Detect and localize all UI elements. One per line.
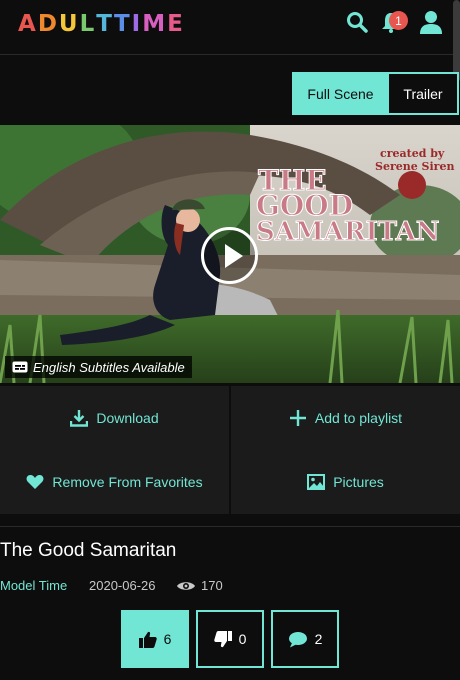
scene-tabs: Full Scene Trailer: [292, 72, 459, 115]
logo-letter: D: [37, 11, 59, 37]
release-date: 2020-06-26: [89, 578, 156, 593]
view-count: 170: [176, 578, 223, 593]
subtitles-icon: [12, 361, 28, 373]
play-icon[interactable]: [201, 227, 258, 284]
eye-icon: [177, 581, 195, 590]
logo-letter: T: [113, 11, 132, 37]
notification-badge: 1: [389, 11, 408, 30]
logo-letter: L: [79, 11, 97, 37]
subtitles-label: English Subtitles Available: [33, 359, 185, 375]
tab-full-scene[interactable]: Full Scene: [292, 72, 389, 115]
dislike-button[interactable]: 0: [196, 610, 264, 668]
comment-count: 2: [314, 631, 323, 647]
comment-icon: [288, 631, 307, 647]
logo-letter: I: [131, 11, 143, 37]
dislike-count: 0: [238, 631, 247, 647]
scrollbar[interactable]: [453, 0, 460, 82]
search-icon[interactable]: [344, 9, 370, 35]
comments-button[interactable]: 2: [271, 610, 339, 668]
image-icon: [307, 474, 326, 490]
remove-favorites-button[interactable]: Remove From Favorites: [0, 450, 229, 514]
heart-icon: [26, 474, 44, 489]
scene-title: The Good Samaritan: [0, 540, 177, 561]
section-divider: [0, 526, 460, 527]
model-link[interactable]: Model Time: [0, 578, 67, 593]
download-icon: [70, 410, 89, 427]
logo-letter: M: [142, 11, 168, 37]
hero-created-by: created by: [380, 147, 445, 160]
thumbs-up-icon: [138, 631, 157, 648]
subtitles-badge: English Subtitles Available: [5, 356, 192, 378]
view-count-value: 170: [201, 578, 223, 593]
pictures-label: Pictures: [333, 474, 384, 490]
add-to-playlist-label: Add to playlist: [314, 410, 403, 426]
logo-letter: A: [18, 11, 38, 37]
top-bar: ADULTTIME 1: [0, 0, 460, 55]
logo-letter: U: [58, 11, 80, 37]
remove-favorites-label: Remove From Favorites: [52, 474, 203, 490]
download-button[interactable]: Download: [0, 386, 229, 450]
download-label: Download: [96, 410, 159, 426]
hero-title-line3: SAMARITAN: [256, 217, 440, 247]
tab-trailer[interactable]: Trailer: [389, 72, 459, 115]
user-icon[interactable]: [418, 9, 444, 35]
pictures-button[interactable]: Pictures: [231, 450, 460, 514]
site-logo[interactable]: ADULTTIME: [18, 11, 185, 37]
hero-creator-name: Serene Siren: [375, 160, 454, 173]
plus-icon: [289, 410, 306, 426]
logo-letter: T: [96, 11, 114, 37]
hero-red-moon: [398, 171, 426, 199]
logo-letter: E: [167, 11, 185, 37]
like-button[interactable]: 6: [121, 610, 189, 668]
add-to-playlist-button[interactable]: Add to playlist: [231, 386, 460, 450]
like-count: 6: [163, 631, 172, 647]
thumbs-down-icon: [213, 630, 232, 647]
